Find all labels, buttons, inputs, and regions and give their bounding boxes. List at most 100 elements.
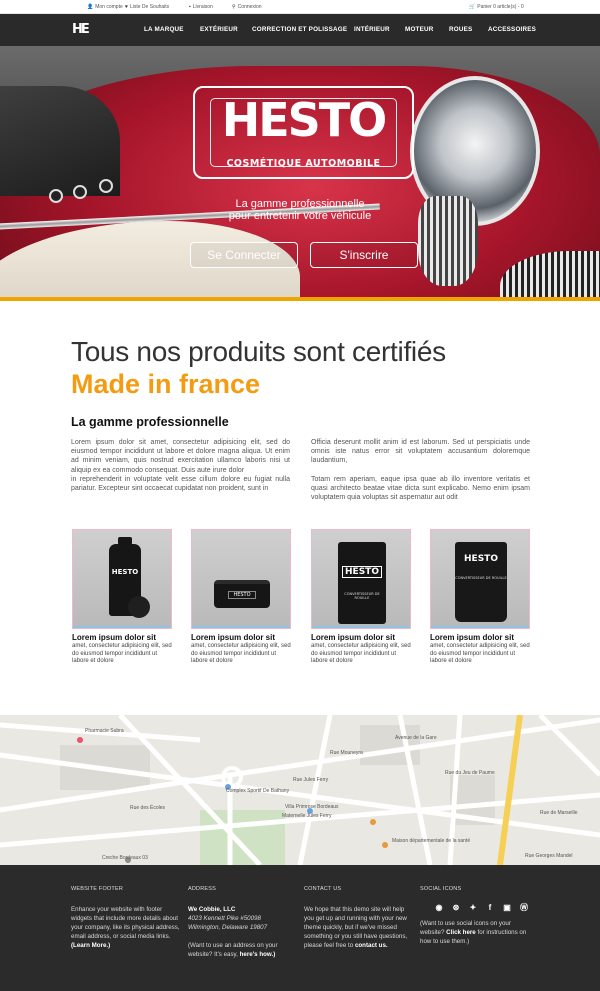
product-title[interactable]: Lorem ipsum dolor sit [191,633,291,642]
nav-item-accessoires[interactable]: ACCESSOIRES [488,26,536,33]
map-label: Villa Primrose Bordeaux [285,804,339,810]
heart-icon: ♥ [125,4,128,10]
footer-heading: CONTACT US [304,886,342,892]
map-streets [0,715,600,865]
product-image[interactable]: HESTO CONVERTISSEUR DE ROUILLE [311,529,411,629]
company-name: We Cobbie, LLC [188,906,236,913]
street-address: 4023 Kennett Pike #50098 [188,915,261,922]
wishlist-link[interactable]: ♥ Liste De Souhaits [125,4,169,10]
product-can: HESTO CONVERTISSEUR DE ROUILLE [338,542,386,624]
product-title[interactable]: Lorem ipsum dolor sit [311,633,411,642]
product-card[interactable]: HESTO CONVERTISSEUR DE ROUILLE Lorem ips… [311,529,411,666]
account-label: Mon compte [95,4,123,10]
nav-item-roues[interactable]: ROUES [449,26,472,33]
brand-name: HESTO [221,93,388,147]
product-image[interactable]: HESTO [72,529,172,629]
facebook-icon[interactable]: f [485,903,495,913]
map-label: Rue du Jeu de Paume [445,770,495,776]
product-lid [128,596,150,618]
footer-social: SOCIAL ICONS ◉ ⊛ ✦ f ▣ Ⓦ (Want to use so… [420,885,530,946]
login-label: Connexion [237,4,262,10]
hero-accent-line [0,297,600,301]
account-link[interactable]: 👤 Mon compte [87,4,123,10]
hero-banner: HESTO COSMÉTIQUE AUTOMOBILE La gamme pro… [0,46,600,301]
wordpress-icon[interactable]: Ⓦ [519,903,529,913]
address-howto-link[interactable]: here's how.) [240,951,276,958]
porthole-1 [49,189,63,203]
map-label: Rue des Écoles [130,805,166,811]
product-brand-label: HESTO [111,568,139,576]
login-button[interactable]: Se Connecter [190,242,298,268]
delivery-label: Livraison [192,4,213,10]
lock-icon: ⚲ [232,4,236,10]
product-brand-label: HESTO [464,554,498,564]
porthole-3 [99,179,113,193]
product-description: amet, consectetur adipisicing elit, sed … [191,643,291,665]
nav-item-exterieur[interactable]: EXTÉRIEUR [200,26,238,33]
hero-tagline: La gamme professionnelle pour entretenir… [200,198,400,222]
footer-heading: ADDRESS [188,886,216,892]
footer-heading: SOCIAL ICONS [420,886,462,892]
intro-paragraph: in reprehenderit in voluptate velit esse… [71,475,290,493]
product-image[interactable]: HESTO [191,529,291,629]
product-description: amet, consectetur adipisicing elit, sed … [72,643,172,665]
dribbble-icon[interactable]: ⊛ [451,903,461,913]
footer-address: ADDRESS We Cobbie, LLC 4023 Kennett Pike… [188,885,298,959]
nav-item-correction[interactable]: CORRECTION ET POLISSAGE [252,26,347,33]
map-label: Maternelle Jules Ferry [282,813,332,819]
site-logo[interactable]: HE [72,22,96,38]
product-title[interactable]: Lorem ipsum dolor sit [430,633,530,642]
login-link[interactable]: ⚲ Connexion [232,4,262,10]
brand-logo: HESTO COSMÉTIQUE AUTOMOBILE [193,86,414,179]
cart-link[interactable]: 🛒 Panier 0 article(s) - 0 [469,4,524,10]
nav-item-la-marque[interactable]: LA MARQUE [144,26,184,33]
truck-icon: ▪ [189,4,191,10]
intro-paragraph: Officia deserunt mollit anim id est labo… [311,439,530,465]
city-address: Wilmington, Delaware 19807 [188,924,268,931]
product-card[interactable]: HESTO CONVERTISSEUR DE ROUILLE Lorem ips… [430,529,530,666]
cart-icon: 🛒 [469,4,476,10]
signup-button[interactable]: S'inscrire [310,242,418,268]
map-label: Rue Jules Ferry [293,777,329,783]
footer-heading: WEBSITE FOOTER [71,886,123,892]
top-utility-bar: 👤 Mon compte ♥ Liste De Souhaits ▪ Livraiso… [0,0,600,14]
cart-label: Panier 0 article(s) - 0 [477,4,524,10]
nav-item-interieur[interactable]: INTÉRIEUR [354,26,390,33]
map-label: Rue de Marseille [540,810,578,816]
location-map[interactable]: Pharmacie Subra Complex Sportif De Batha… [0,715,600,865]
delivery-link[interactable]: ▪ Livraison [189,4,213,10]
product-card[interactable]: HESTO Lorem ipsum dolor sit amet, consec… [72,529,172,666]
hero-tagline-line2: pour entretenir votre véhicule [228,210,372,222]
intro-column-right: Officia deserunt mollit anim id est labo… [311,438,530,511]
product-brand-label: HESTO [228,591,256,599]
github-icon[interactable]: ◉ [434,903,444,913]
map-label: Pharmacie Subra [85,728,124,734]
hero-grille [418,196,478,286]
product-description: amet, consectetur adipisicing elit, sed … [311,643,411,665]
product-sub-label: CONVERTISSEUR DE ROUILLE [455,576,507,580]
learn-more-link[interactable]: (Learn More.) [71,942,110,949]
footer-about-text: Enhance your website with footer widgets… [71,906,180,940]
user-icon: 👤 [87,4,94,10]
nav-item-moteur[interactable]: MOTEUR [405,26,434,33]
product-card[interactable]: HESTO Lorem ipsum dolor sit amet, consec… [191,529,291,666]
main-nav: HE LA MARQUE EXTÉRIEUR CORRECTION ET POL… [0,14,600,46]
product-pouch: HESTO CONVERTISSEUR DE ROUILLE [455,542,507,622]
product-image[interactable]: HESTO CONVERTISSEUR DE ROUILLE [430,529,530,629]
footer-contact: CONTACT US We hope that this demo site w… [304,885,414,950]
social-howto-link[interactable]: Click here [446,929,476,936]
footer-about: WEBSITE FOOTER Enhance your website with… [71,885,181,950]
product-sub-label: CONVERTISSEUR DE ROUILLE [344,592,380,600]
intro-paragraph: Totam rem aperiam, eaque ipsa quae ab il… [311,475,530,502]
site-footer: WEBSITE FOOTER Enhance your website with… [0,865,600,991]
intro-paragraph: Lorem ipsum dolor sit amet, consectetur … [71,439,290,474]
map-label: Avenue de la Gare [395,735,437,741]
product-title[interactable]: Lorem ipsum dolor sit [72,633,172,642]
flickr-icon[interactable]: ▣ [502,903,512,913]
product-jar: HESTO [214,580,270,608]
map-label: Maison départementale de la santé [392,838,471,844]
contact-link[interactable]: contact us. [355,942,388,949]
map-label: Rue Mouneyra [330,750,363,756]
twitter-icon[interactable]: ✦ [468,903,478,913]
product-brand-label: HESTO [342,566,382,578]
